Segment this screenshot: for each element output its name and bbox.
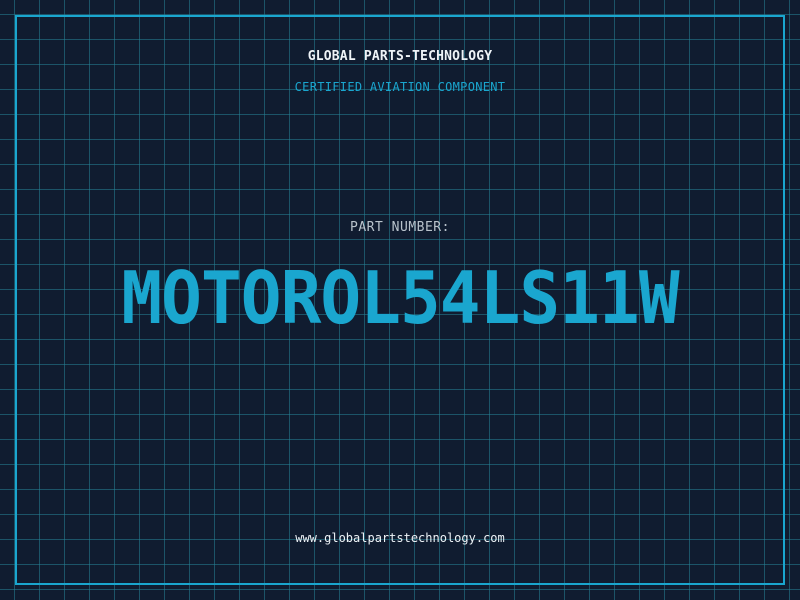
part-number-label: PART NUMBER: (350, 220, 450, 235)
certification-subtitle: CERTIFIED AVIATION COMPONENT (294, 80, 506, 94)
company-name: GLOBAL PARTS-TECHNOLOGY (307, 49, 493, 64)
blueprint-canvas: GLOBAL PARTS-TECHNOLOGY CERTIFIED AVIATI… (0, 0, 800, 600)
part-number-value: MOTOROL54LS11W (121, 256, 679, 340)
website-url: www.globalpartstechnology.com (295, 531, 505, 545)
